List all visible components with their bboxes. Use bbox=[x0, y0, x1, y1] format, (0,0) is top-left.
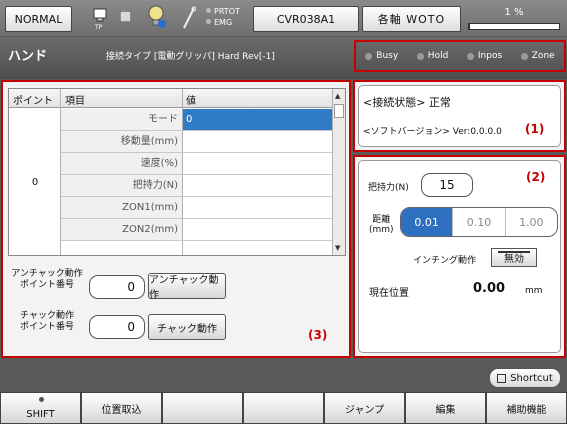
distance-label: 距離 (mm) bbox=[369, 215, 394, 235]
scroll-thumb[interactable] bbox=[334, 104, 344, 118]
table-row[interactable]: ZON2(mm) bbox=[61, 219, 332, 241]
busy-led: Busy bbox=[365, 51, 398, 61]
led-dot-icon bbox=[416, 52, 424, 60]
hold-led: Hold bbox=[416, 51, 448, 61]
override-bar-fill bbox=[469, 24, 470, 29]
axis-mode-button[interactable]: 各軸 WOTO bbox=[362, 6, 461, 32]
distance-option-0.01[interactable]: 0.01 bbox=[401, 208, 453, 236]
row-value[interactable] bbox=[183, 153, 332, 174]
table-row[interactable]: 把持力(N) bbox=[61, 175, 332, 197]
override-percent: 1 % bbox=[504, 7, 524, 18]
page-title: ハンド bbox=[8, 49, 48, 64]
prtot-emg-indicators: PRTOT EMG bbox=[206, 6, 240, 28]
table-row[interactable]: 移動量(mm) bbox=[61, 131, 332, 153]
program-name-button[interactable]: CVR038A1 bbox=[253, 6, 359, 32]
grip-force-label: 把持力(N) bbox=[368, 183, 409, 193]
row-value[interactable] bbox=[183, 175, 332, 196]
lightbulb-icon bbox=[148, 5, 166, 32]
prtot-dot-icon bbox=[206, 8, 211, 13]
status-leds: Busy Hold Inpos Zone bbox=[354, 40, 566, 72]
point-table-panel: ポイント 項目 値 0 モード 0 移動量(mm) 速度(%) 把持力(N) Z… bbox=[1, 80, 351, 358]
row-item: 速度(%) bbox=[61, 153, 182, 174]
table-row[interactable]: モード 0 bbox=[61, 109, 332, 131]
led-dot-icon bbox=[520, 52, 528, 60]
software-version: <ソフトバージョン> Ver:0.0.0.0 bbox=[363, 127, 502, 137]
unchuck-point-input[interactable]: 0 bbox=[89, 275, 145, 299]
f5-edit-key[interactable]: 編集 bbox=[405, 392, 486, 424]
connection-type: 接続タイプ [電動グリッパ] Hard Rev[-1] bbox=[106, 52, 275, 62]
inpos-led: Inpos bbox=[466, 51, 502, 61]
row-value[interactable] bbox=[183, 131, 332, 152]
tp-label: TP bbox=[95, 24, 103, 31]
scroll-up-icon[interactable]: ▲ bbox=[335, 92, 340, 100]
row-item: 把持力(N) bbox=[61, 175, 182, 196]
shortcut-button[interactable]: Shortcut bbox=[489, 368, 561, 388]
chuck-point-label: チャック動作 ポイント番号 bbox=[19, 311, 74, 332]
inching-label: インチング動作 bbox=[413, 256, 477, 266]
f1-capture-position-key[interactable]: 位置取込 bbox=[81, 392, 162, 424]
led-dot-icon bbox=[466, 52, 474, 60]
f4-jump-key[interactable]: ジャンプ bbox=[324, 392, 405, 424]
panel-1-label: (1) bbox=[525, 122, 545, 136]
current-position-value: 0.00 bbox=[473, 281, 506, 296]
chuck-point-input[interactable]: 0 bbox=[89, 315, 145, 339]
row-item: ZON2(mm) bbox=[61, 219, 182, 240]
row-item: 移動量(mm) bbox=[61, 131, 182, 152]
led-dot-icon bbox=[365, 52, 373, 60]
shift-label: SHIFT bbox=[26, 409, 55, 420]
col-value-header: 値 bbox=[186, 96, 196, 107]
jog-panel: 把持力(N) 15 (2) 距離 (mm) 0.01 0.10 1.00 インチ… bbox=[353, 155, 566, 358]
current-position-label: 現在位置 bbox=[369, 288, 409, 299]
row-item: ZON1(mm) bbox=[61, 197, 182, 218]
table-row[interactable]: ZON1(mm) bbox=[61, 197, 332, 219]
mode-button[interactable]: NORMAL bbox=[5, 6, 72, 32]
connection-status-panel: <接続状態> 正常 <ソフトバージョン> Ver:0.0.0.0 (1) bbox=[353, 80, 566, 152]
inching-toggle[interactable]: 無効 bbox=[491, 248, 537, 267]
emg-dot-icon bbox=[206, 19, 211, 24]
distance-option-0.10[interactable]: 0.10 bbox=[452, 208, 504, 236]
stop-square-icon bbox=[119, 10, 132, 25]
panel-3-label: (3) bbox=[308, 328, 328, 342]
row-value[interactable]: 0 bbox=[183, 109, 332, 130]
f6-aux-function-key[interactable]: 補助機能 bbox=[486, 392, 567, 424]
wrench-icon bbox=[182, 6, 197, 33]
f2-key[interactable] bbox=[162, 392, 243, 424]
shortcut-label: Shortcut bbox=[510, 372, 553, 384]
point-table: ポイント 項目 値 0 モード 0 移動量(mm) 速度(%) 把持力(N) Z… bbox=[8, 88, 346, 256]
hand-header: ハンド 接続タイプ [電動グリッパ] Hard Rev[-1] Busy Hol… bbox=[0, 37, 567, 79]
table-row[interactable]: 速度(%) bbox=[61, 153, 332, 175]
table-header: ポイント 項目 値 bbox=[9, 89, 332, 108]
function-key-bar: SHIFT 位置取込 ジャンプ 編集 補助機能 bbox=[0, 392, 567, 424]
f3-key[interactable] bbox=[243, 392, 324, 424]
zone-led: Zone bbox=[520, 51, 555, 61]
speed-override[interactable]: 1 % bbox=[468, 6, 560, 32]
current-position-unit: mm bbox=[525, 286, 543, 296]
point-number-cell[interactable]: 0 bbox=[9, 109, 61, 255]
col-point-header: ポイント bbox=[13, 96, 53, 107]
shortcut-icon bbox=[497, 373, 507, 383]
row-value[interactable] bbox=[183, 197, 332, 218]
row-item: モード bbox=[61, 109, 182, 130]
distance-selector[interactable]: 0.01 0.10 1.00 bbox=[400, 207, 558, 237]
unchuck-point-label: アンチャック動作 ポイント番号 bbox=[11, 269, 83, 290]
chuck-action-button[interactable]: チャック動作 bbox=[148, 314, 226, 340]
table-scrollbar[interactable]: ▲ ▼ bbox=[332, 89, 345, 255]
grip-force-input[interactable]: 15 bbox=[421, 173, 473, 197]
distance-option-1.00[interactable]: 1.00 bbox=[504, 208, 557, 236]
teach-pendant-icon bbox=[93, 8, 107, 25]
scroll-down-icon[interactable]: ▼ bbox=[335, 244, 340, 252]
shift-key[interactable]: SHIFT bbox=[0, 392, 81, 424]
panel-2-label: (2) bbox=[526, 170, 546, 184]
unchuck-action-button[interactable]: アンチャック動作 bbox=[148, 273, 226, 301]
shift-indicator-icon bbox=[38, 397, 44, 402]
row-value[interactable] bbox=[183, 219, 332, 240]
col-item-header: 項目 bbox=[65, 96, 85, 107]
prtot-label: PRTOT bbox=[214, 7, 240, 16]
override-bar bbox=[468, 23, 560, 30]
connection-state: <接続状態> 正常 bbox=[363, 96, 451, 109]
emg-label: EMG bbox=[214, 18, 233, 27]
top-status-bar: NORMAL TP PRTOT EMG CVR038A1 各軸 WOTO 1 % bbox=[0, 0, 567, 36]
